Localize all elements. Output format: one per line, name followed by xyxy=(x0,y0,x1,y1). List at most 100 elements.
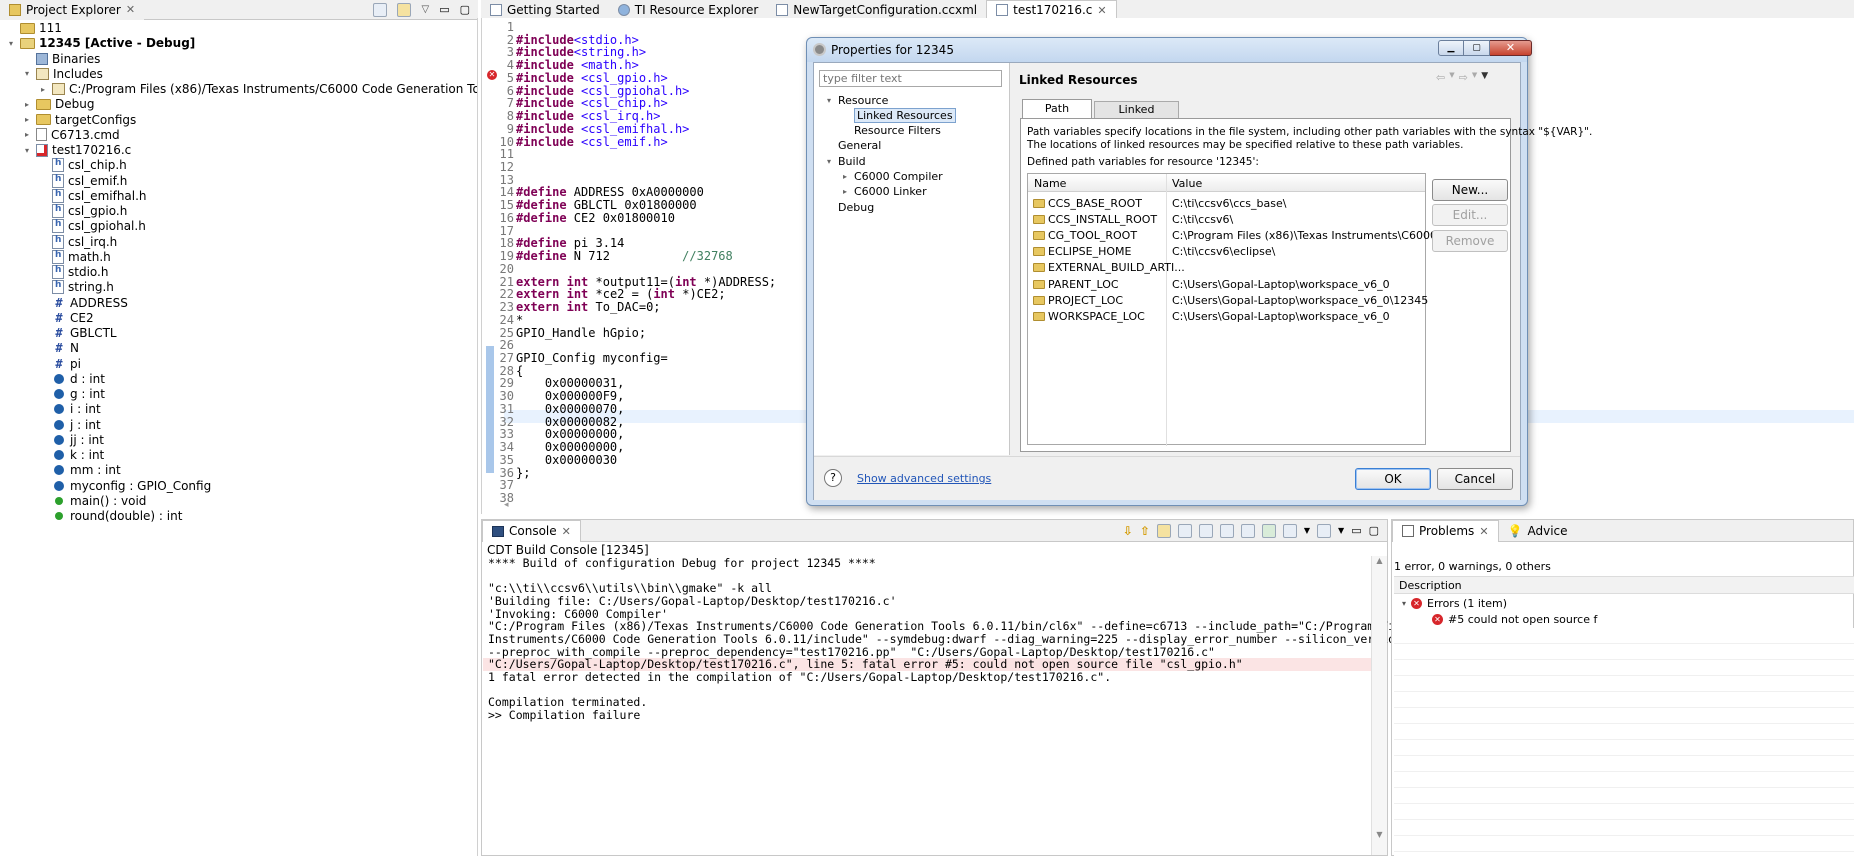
tab-advice[interactable]: 💡 Advice xyxy=(1499,521,1577,541)
table-row[interactable]: PARENT_LOC C:\Users\Gopal-Laptop\workspac… xyxy=(1028,276,1425,292)
maximize-icon[interactable]: ▢ xyxy=(460,3,470,16)
show-advanced-settings-link[interactable]: Show advanced settings xyxy=(857,472,991,485)
chevron-right-icon[interactable]: ▸ xyxy=(22,100,32,109)
clear-console-icon[interactable] xyxy=(1177,523,1192,538)
new-button[interactable]: New... xyxy=(1432,179,1508,201)
nav-item-label: C6000 Linker xyxy=(854,185,927,199)
problems-group-errors[interactable]: ▾ ✕ Errors (1 item) xyxy=(1402,595,1507,611)
edit-button[interactable]: Edit... xyxy=(1432,204,1508,226)
chevron-right-icon[interactable]: ▸ xyxy=(22,115,32,124)
chevron-down-icon[interactable]: ▾ xyxy=(1402,599,1406,608)
nav-item[interactable]: ▸ C6000 Compiler xyxy=(840,170,943,184)
scroll-up-icon[interactable]: ▲ xyxy=(1372,556,1387,565)
chevron-down-icon[interactable]: ▾ xyxy=(824,96,834,105)
word-wrap-icon[interactable] xyxy=(1219,523,1234,538)
nav-item[interactable]: Resource Filters xyxy=(840,124,941,138)
table-row[interactable]: CCS_BASE_ROOT C:\ti\ccsv6\ccs_base\ xyxy=(1028,195,1425,211)
new-console-icon[interactable] xyxy=(1317,523,1332,538)
collapse-all-icon[interactable] xyxy=(373,2,388,17)
editor-tab[interactable]: NewTargetConfiguration.ccxml xyxy=(767,0,986,20)
nav-item[interactable]: General xyxy=(824,139,881,153)
cancel-button[interactable]: Cancel xyxy=(1437,468,1513,490)
table-row[interactable]: EXTERNAL_BUILD_ARTI... xyxy=(1028,260,1425,276)
subtab-path-variables[interactable]: Path Variables xyxy=(1022,99,1092,133)
show-console-icon[interactable] xyxy=(1240,523,1255,538)
folder-icon xyxy=(1033,214,1045,224)
problem-item[interactable]: ✕ #5 could not open source f xyxy=(1432,611,1597,627)
tree-item-label: N xyxy=(70,341,79,356)
minimize-icon[interactable]: ▭ xyxy=(1351,524,1361,537)
properties-dialog: Properties for 12345 ▁ ▢ ✕ ▾ResourceLink… xyxy=(806,37,1592,506)
chevron-down-icon[interactable]: ▾ xyxy=(824,157,834,166)
column-name-header[interactable]: Name xyxy=(1034,177,1066,190)
editor-tab[interactable]: test170216.c ✕ xyxy=(986,0,1117,20)
minimize-icon[interactable]: ▭ xyxy=(439,3,449,16)
variable-value: C:\Program Files (x86)\Texas Instruments… xyxy=(1172,228,1473,242)
tree-item[interactable]: round(double) : int xyxy=(38,507,182,525)
nav-item[interactable]: Debug xyxy=(824,200,874,214)
chevron-down-icon[interactable]: ▼ xyxy=(1338,526,1344,535)
chevron-down-icon[interactable]: ▼ xyxy=(1449,71,1454,84)
chevron-down-icon[interactable]: ▾ xyxy=(22,146,32,155)
dialog-titlebar[interactable]: Properties for 12345 ▁ ▢ ✕ xyxy=(807,38,1532,62)
help-icon[interactable]: ? xyxy=(824,469,842,487)
forward-arrow-icon[interactable]: ⇨ xyxy=(1459,71,1468,84)
function-icon xyxy=(55,496,63,505)
table-row[interactable]: CG_TOOL_ROOT C:\Program Files (x86)\Texas… xyxy=(1028,227,1472,243)
chevron-right-icon[interactable]: ▸ xyxy=(840,172,850,181)
nav-tree: ▾ Resource Linked Resources Resource Filter… xyxy=(814,90,1010,240)
table-row[interactable]: WORKSPACE_LOC C:\Users\Gopal-Laptop\works… xyxy=(1028,308,1425,324)
editor-tab[interactable]: TI Resource Explorer xyxy=(609,0,768,20)
link-icon[interactable] xyxy=(1156,523,1171,538)
chevron-right-icon[interactable]: ▸ xyxy=(840,187,850,196)
back-arrow-icon[interactable]: ⇦ xyxy=(1436,71,1445,84)
nav-item[interactable]: ▾ Resource xyxy=(824,93,888,107)
table-row[interactable]: PROJECT_LOC C:\Users\Gopal-Laptop\workspa… xyxy=(1028,292,1428,308)
link-with-editor-icon[interactable] xyxy=(397,2,412,17)
display-console-icon[interactable] xyxy=(1282,523,1297,538)
close-window-button[interactable]: ✕ xyxy=(1490,40,1532,56)
tree-item-label: main() : void xyxy=(70,493,147,508)
chevron-right-icon[interactable]: ▸ xyxy=(38,85,48,94)
tab-project-explorer[interactable]: Project Explorer ✕ xyxy=(0,0,145,20)
editor-tab[interactable]: Getting Started xyxy=(481,0,609,20)
next-arrow-icon[interactable]: ⇩ xyxy=(1123,524,1133,538)
scroll-down-icon[interactable]: ▼ xyxy=(1372,830,1387,839)
ok-button[interactable]: OK xyxy=(1355,468,1431,490)
problems-tab-label: Problems xyxy=(1419,524,1475,538)
vertical-scrollbar[interactable]: ▲ ▼ xyxy=(1371,556,1387,855)
close-icon[interactable]: ✕ xyxy=(1479,525,1488,538)
remove-button[interactable]: Remove xyxy=(1432,230,1508,252)
maximize-window-button[interactable]: ▢ xyxy=(1464,40,1490,56)
nav-item[interactable]: Linked Resources xyxy=(840,107,956,123)
chevron-down-icon[interactable]: ▼ xyxy=(1472,71,1477,84)
table-row[interactable]: ECLIPSE_HOME C:\ti\ccsv6\eclipse\ xyxy=(1028,244,1425,260)
close-icon[interactable]: ✕ xyxy=(126,3,135,16)
minimize-window-button[interactable]: ▁ xyxy=(1438,40,1464,56)
view-menu-icon[interactable]: ▼ xyxy=(1481,71,1488,84)
variable-value: C:\ti\ccsv6\ xyxy=(1172,212,1234,226)
filter-input[interactable] xyxy=(819,70,1002,87)
nav-item[interactable]: ▾ Build xyxy=(824,154,866,168)
chevron-down-icon[interactable]: ▾ xyxy=(6,39,16,48)
chevron-right-icon[interactable]: ▸ xyxy=(22,130,32,139)
view-menu-icon[interactable]: ▽ xyxy=(421,4,429,15)
prev-arrow-icon[interactable]: ⇧ xyxy=(1140,524,1150,538)
page-heading: Linked Resources xyxy=(1019,73,1138,87)
tree-item[interactable]: ▸ C:/Program Files (x86)/Texas Instrument… xyxy=(38,80,477,98)
close-icon[interactable]: ✕ xyxy=(1097,4,1106,17)
close-icon[interactable]: ✕ xyxy=(562,525,571,538)
chevron-down-icon[interactable]: ▼ xyxy=(1304,526,1310,535)
maximize-icon[interactable]: ▢ xyxy=(1369,524,1379,537)
tab-console[interactable]: Console ✕ xyxy=(482,519,581,542)
nav-item[interactable]: ▸ C6000 Linker xyxy=(840,185,927,199)
column-value-header[interactable]: Value xyxy=(1172,177,1202,190)
horizontal-scrollbar[interactable]: ◂ xyxy=(504,500,804,510)
table-row[interactable]: CCS_INSTALL_ROOT C:\ti\ccsv6\ xyxy=(1028,211,1425,227)
scroll-lock-icon[interactable] xyxy=(1198,523,1213,538)
tree-item-label: csl_emif.h xyxy=(68,173,128,188)
pin-console-icon[interactable] xyxy=(1261,523,1276,538)
chevron-down-icon[interactable]: ▾ xyxy=(22,69,32,78)
subtab-linked-resources[interactable]: Linked Resources xyxy=(1094,101,1179,132)
tab-problems[interactable]: Problems ✕ xyxy=(1392,519,1499,542)
